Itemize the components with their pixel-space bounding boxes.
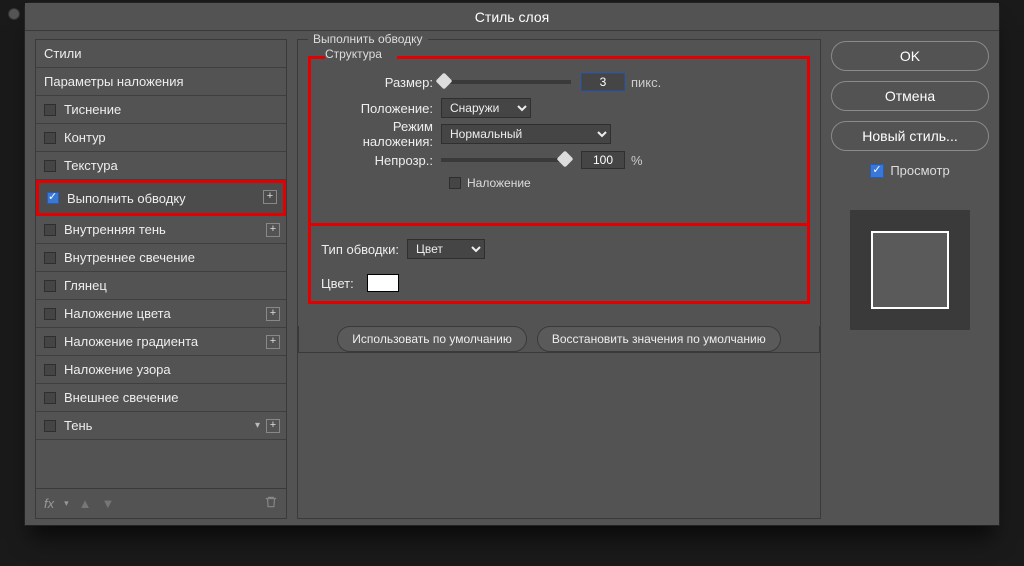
new-style-button[interactable]: Новый стиль...	[831, 121, 989, 151]
sidebar-item-label: Тиснение	[64, 102, 121, 117]
move-up-icon[interactable]: ▲	[79, 496, 92, 511]
checkbox-icon[interactable]	[44, 336, 56, 348]
settings-panel: Выполнить обводку Структура Размер: пикс…	[297, 39, 821, 519]
sidebar-item-pattern-overlay[interactable]: Наложение узора	[36, 356, 286, 384]
move-down-icon[interactable]: ▼	[102, 496, 115, 511]
sidebar-item-gradient-overlay[interactable]: Наложение градиента +	[36, 328, 286, 356]
sidebar-item-stroke[interactable]: Выполнить обводку +	[36, 180, 286, 216]
cancel-button[interactable]: Отмена	[831, 81, 989, 111]
add-effect-icon[interactable]: +	[266, 335, 280, 349]
sidebar-item-contour[interactable]: Контур	[36, 124, 286, 152]
checkbox-icon[interactable]	[44, 252, 56, 264]
sidebar-item-label: Наложение цвета	[64, 306, 171, 321]
sidebar-item-label: Выполнить обводку	[67, 191, 186, 206]
ok-button[interactable]: OK	[831, 41, 989, 71]
size-unit: пикс.	[631, 75, 661, 90]
dialog-title: Стиль слоя	[25, 3, 999, 31]
make-default-button[interactable]: Использовать по умолчанию	[337, 326, 527, 352]
reset-default-button[interactable]: Восстановить значения по умолчанию	[537, 326, 781, 352]
checkbox-icon[interactable]	[44, 132, 56, 144]
blendmode-select[interactable]: Нормальный	[441, 124, 611, 144]
sidebar-item-label: Наложение узора	[64, 362, 171, 377]
blendmode-label: Режим наложения:	[321, 119, 441, 149]
sidebar-item-label: Внешнее свечение	[64, 390, 179, 405]
sidebar-item-label: Тень	[64, 418, 92, 433]
checkbox-icon[interactable]	[44, 160, 56, 172]
sidebar-item-label: Внутренняя тень	[64, 222, 166, 237]
sidebar-item-drop-shadow[interactable]: Тень ▾ +	[36, 412, 286, 440]
structure-group: Структура Размер: пикс. Положение: Снару…	[308, 56, 810, 226]
preview-checkbox[interactable]	[870, 164, 884, 178]
filltype-label: Тип обводки:	[321, 242, 407, 257]
sidebar-styles-header[interactable]: Стили	[36, 40, 286, 68]
checkbox-icon[interactable]	[47, 192, 59, 204]
opacity-unit: %	[631, 153, 643, 168]
sidebar-item-satin[interactable]: Глянец	[36, 272, 286, 300]
position-label: Положение:	[321, 101, 441, 116]
sidebar-item-inner-glow[interactable]: Внутреннее свечение	[36, 244, 286, 272]
add-effect-icon[interactable]: +	[266, 307, 280, 321]
size-slider[interactable]	[441, 80, 571, 84]
sidebar-item-outer-glow[interactable]: Внешнее свечение	[36, 384, 286, 412]
checkbox-icon[interactable]	[44, 392, 56, 404]
sidebar-blend-options[interactable]: Параметры наложения	[36, 68, 286, 96]
checkbox-icon[interactable]	[44, 224, 56, 236]
panel-title: Выполнить обводку	[308, 32, 428, 46]
overprint-checkbox[interactable]	[449, 177, 461, 189]
checkbox-icon[interactable]	[44, 420, 56, 432]
add-effect-icon[interactable]: +	[266, 419, 280, 433]
checkbox-icon[interactable]	[44, 308, 56, 320]
layer-style-dialog: Стиль слоя Стили Параметры наложения Тис…	[24, 2, 1000, 526]
opacity-label: Непрозр.:	[321, 153, 441, 168]
checkbox-icon[interactable]	[44, 280, 56, 292]
size-label: Размер:	[321, 75, 441, 90]
size-input[interactable]	[581, 73, 625, 91]
sidebar-item-inner-shadow[interactable]: Внутренняя тень +	[36, 216, 286, 244]
sidebar-item-texture[interactable]: Текстура	[36, 152, 286, 180]
sidebar-item-label: Внутреннее свечение	[64, 250, 195, 265]
sidebar-item-color-overlay[interactable]: Наложение цвета +	[36, 300, 286, 328]
preview-thumbnail	[850, 210, 970, 330]
sidebar-item-label: Наложение градиента	[64, 334, 198, 349]
fx-menu-icon[interactable]: fx	[44, 496, 54, 511]
sidebar-blend-options-label: Параметры наложения	[44, 74, 184, 89]
filltype-select[interactable]: Цвет	[407, 239, 485, 259]
opacity-input[interactable]	[581, 151, 625, 169]
add-effect-icon[interactable]: +	[263, 190, 277, 204]
sidebar-footer: fx▾ ▲ ▼	[36, 488, 286, 518]
sidebar-item-label: Текстура	[64, 158, 118, 173]
chevron-down-icon[interactable]: ▾	[255, 420, 260, 431]
dialog-actions: OK Отмена Новый стиль... Просмотр	[831, 39, 989, 519]
checkbox-icon[interactable]	[44, 364, 56, 376]
sidebar-item-label: Контур	[64, 130, 106, 145]
color-swatch[interactable]	[367, 274, 399, 292]
color-label: Цвет:	[321, 276, 361, 291]
effects-sidebar: Стили Параметры наложения Тиснение Конту…	[35, 39, 287, 519]
sidebar-styles-label: Стили	[44, 46, 81, 61]
structure-label: Структура	[325, 47, 397, 61]
preview-label: Просмотр	[890, 163, 949, 178]
add-effect-icon[interactable]: +	[266, 223, 280, 237]
trash-icon[interactable]	[264, 495, 278, 512]
checkbox-icon[interactable]	[44, 104, 56, 116]
fill-group: Тип обводки: Цвет Цвет:	[308, 226, 810, 304]
opacity-slider[interactable]	[441, 158, 571, 162]
sidebar-item-label: Глянец	[64, 278, 107, 293]
overprint-label: Наложение	[467, 176, 531, 190]
sidebar-item-bevel[interactable]: Тиснение	[36, 96, 286, 124]
position-select[interactable]: Снаружи	[441, 98, 531, 118]
